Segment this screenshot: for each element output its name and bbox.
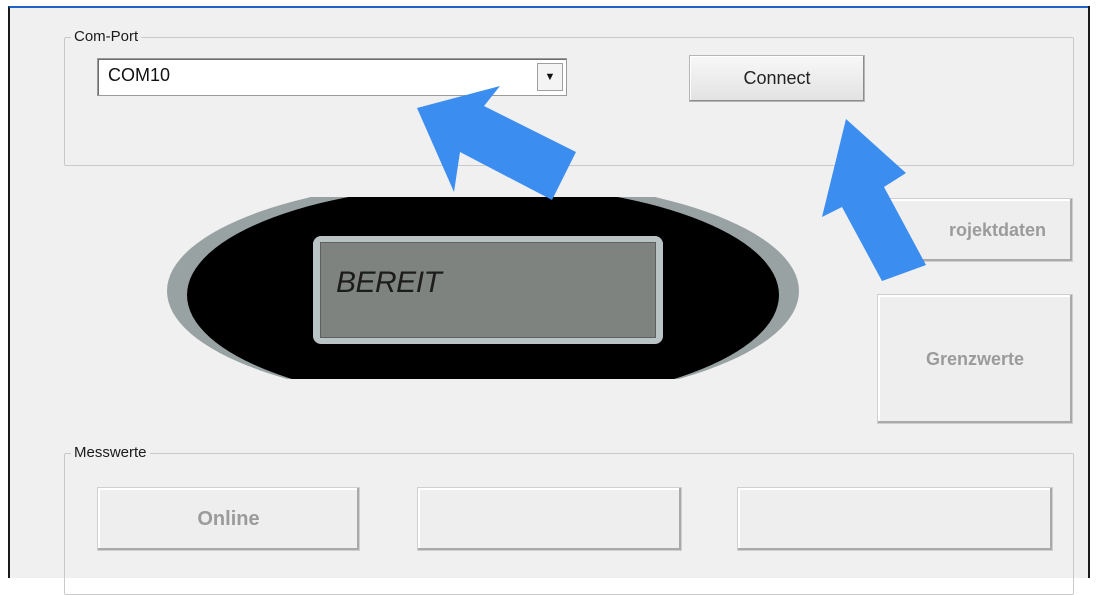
- pointer-arrow-icon: [822, 119, 926, 281]
- messwerte-button-3[interactable]: [737, 487, 1053, 551]
- online-button[interactable]: Online: [97, 487, 360, 551]
- grenzwerte-button[interactable]: Grenzwerte: [877, 294, 1073, 424]
- connect-button[interactable]: Connect: [689, 55, 865, 102]
- messwerte-group-title: Messwerte: [71, 444, 150, 462]
- messwerte-button-2[interactable]: [417, 487, 682, 551]
- com-port-group-title: Com-Port: [71, 28, 142, 46]
- pointer-arrow-icon: [417, 86, 576, 200]
- window-border: [1088, 6, 1090, 578]
- device-status-text: BEREIT: [336, 266, 442, 299]
- com-port-select-value: COM10: [108, 65, 171, 85]
